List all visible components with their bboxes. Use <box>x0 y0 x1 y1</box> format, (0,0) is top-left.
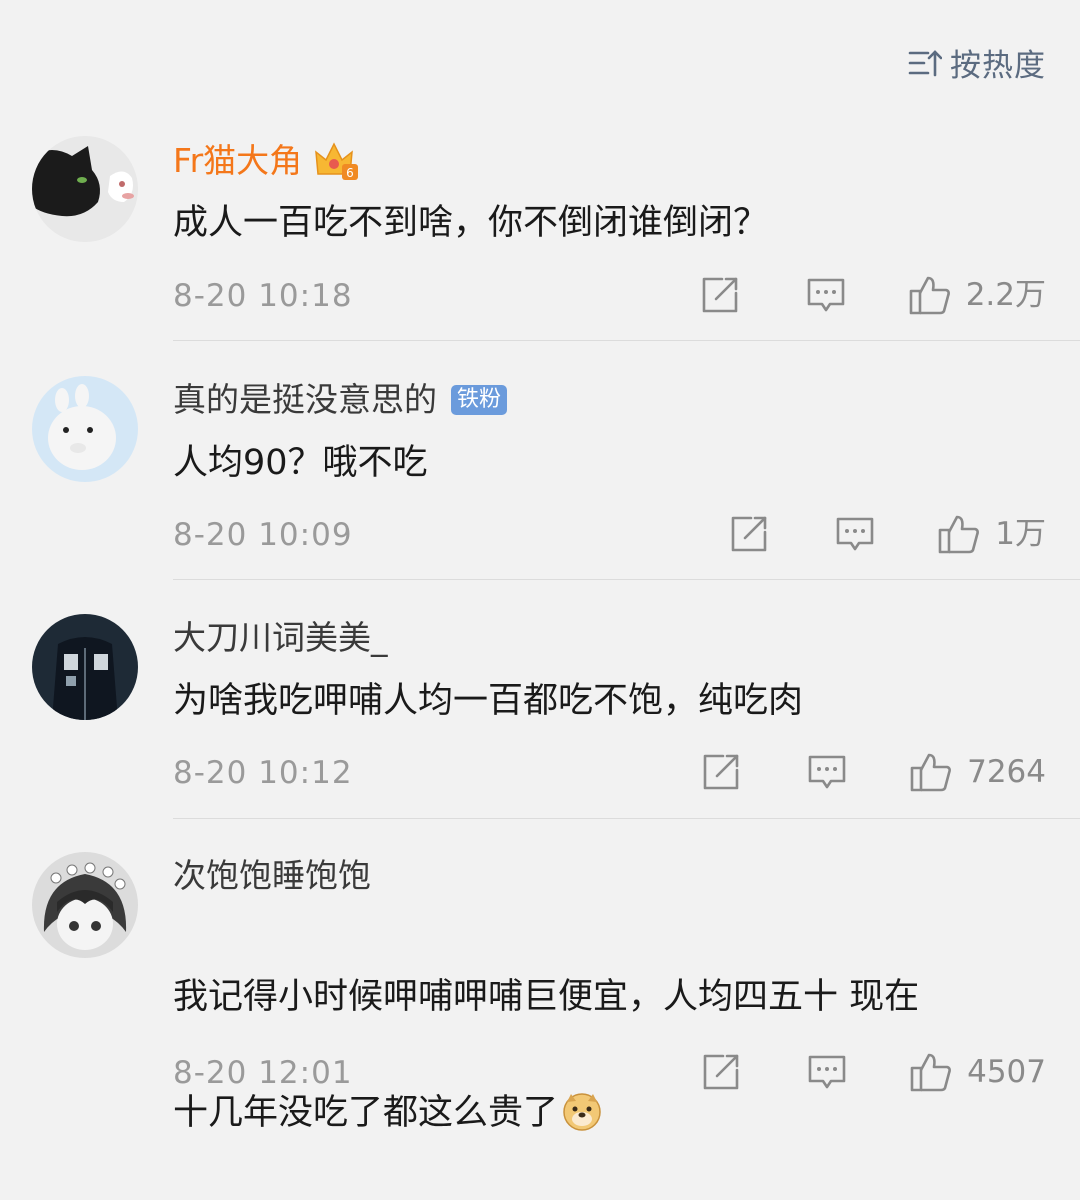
comment-text: 为啥我吃呷哺人均一百都吃不饱，纯吃肉 <box>173 681 804 721</box>
avatar[interactable] <box>32 614 138 720</box>
like-count: 2.2万 <box>965 277 1046 313</box>
like-button[interactable]: 7264 <box>909 751 1046 793</box>
like-icon <box>910 753 952 792</box>
timestamp: 8-20 10:12 <box>173 755 353 791</box>
sort-by-heat-button[interactable]: 按热度 <box>908 40 1046 85</box>
vip-crown-icon: 6 <box>315 142 359 180</box>
avatar[interactable] <box>32 852 138 958</box>
doge-emoji-icon <box>563 1093 601 1131</box>
like-button[interactable]: 1万 <box>937 513 1046 555</box>
like-icon <box>938 515 980 554</box>
share-icon[interactable] <box>729 514 769 554</box>
username[interactable]: 真的是挺没意思的 <box>173 380 437 420</box>
share-icon[interactable] <box>701 1052 741 1092</box>
comment-text-segment: 十几年没吃了都这么贵了 <box>173 1093 559 1133</box>
comment-icon[interactable] <box>835 514 875 554</box>
svg-text:6: 6 <box>346 166 354 180</box>
sort-icon <box>908 49 942 76</box>
share-icon[interactable] <box>701 752 741 792</box>
comment-icon[interactable] <box>807 752 847 792</box>
comment-icon[interactable] <box>807 1052 847 1092</box>
username[interactable]: 大刀川词美美_ <box>173 618 388 658</box>
divider <box>173 818 1080 819</box>
share-icon[interactable] <box>700 275 740 315</box>
divider <box>173 340 1080 341</box>
divider <box>173 579 1080 580</box>
like-button[interactable]: 4507 <box>909 1051 1046 1093</box>
timestamp: 8-20 10:18 <box>173 278 353 314</box>
like-button[interactable]: 2.2万 <box>908 274 1046 316</box>
like-count: 1万 <box>995 516 1046 552</box>
comment-text: 人均90？哦不吃 <box>173 443 428 483</box>
like-count: 4507 <box>967 1054 1046 1090</box>
avatar[interactable] <box>32 136 138 242</box>
username[interactable]: 次饱饱睡饱饱 <box>173 856 371 896</box>
comment-text: 成人一百吃不到啥，你不倒闭谁倒闭？ <box>173 203 769 243</box>
comment-icon[interactable] <box>806 275 846 315</box>
sort-label: 按热度 <box>950 48 1046 84</box>
like-count: 7264 <box>967 754 1046 790</box>
comment-text-line: 我记得小时候呷哺呷哺巨便宜，人均四五十 现在 <box>173 977 920 1017</box>
like-icon <box>910 1053 952 1092</box>
fan-badge: 铁粉 <box>451 385 508 415</box>
avatar[interactable] <box>32 376 138 482</box>
timestamp: 8-20 12:01 <box>173 1055 353 1091</box>
username[interactable]: Fr猫大角 <box>173 141 302 181</box>
timestamp: 8-20 10:09 <box>173 517 353 553</box>
like-icon <box>909 276 950 315</box>
